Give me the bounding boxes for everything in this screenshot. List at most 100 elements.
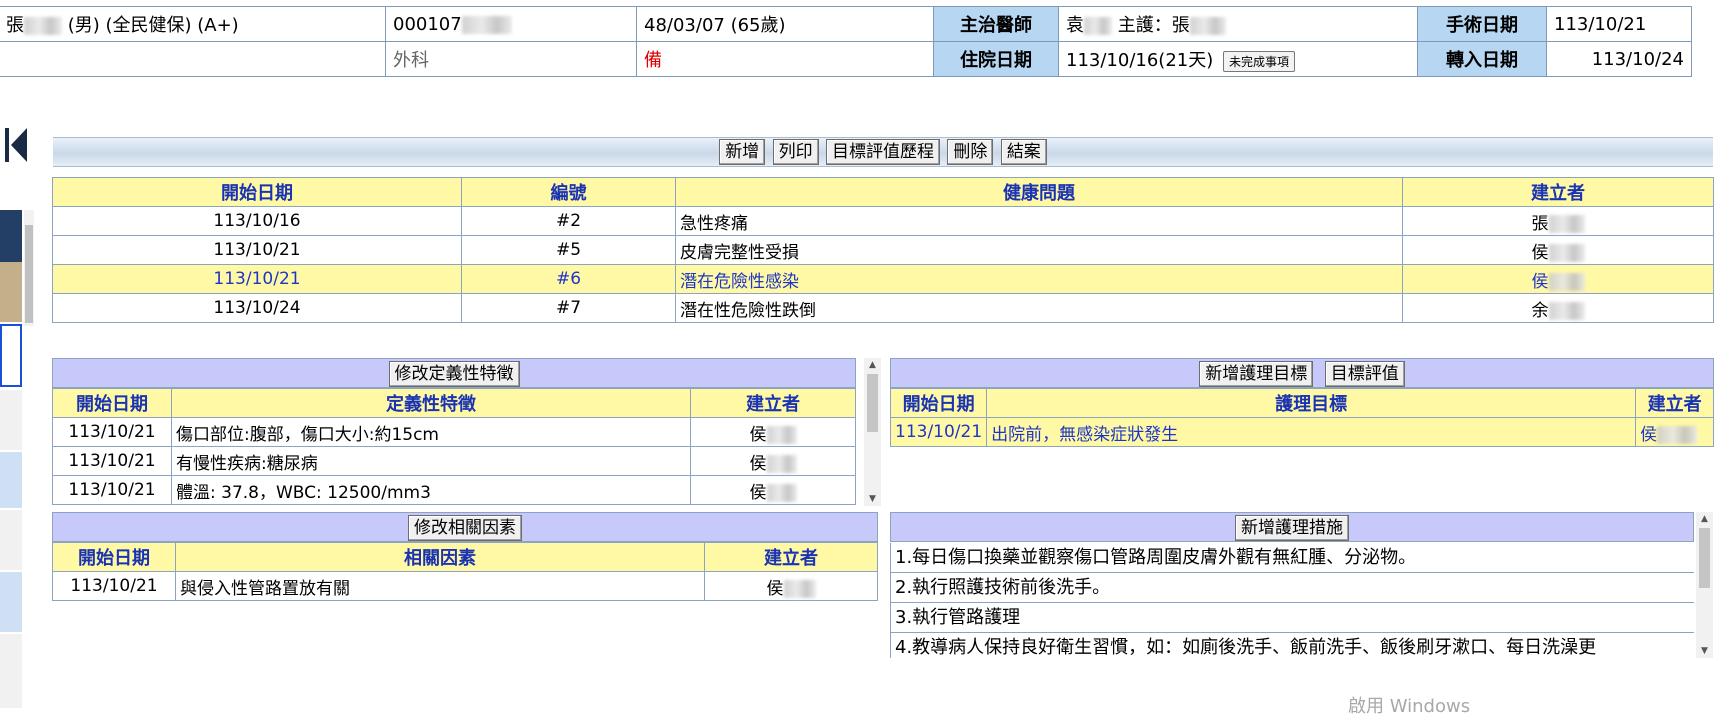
empty-cell: [0, 41, 386, 77]
measures-list: 1.每日傷口換藥並觀察傷口管路周圍皮膚外觀有無紅腫、分泌物。 2.執行照護技術前…: [890, 543, 1694, 658]
defining-characteristics-panel: 修改定義性特徵 開始日期 定義性特徵 建立者 113/10/21 傷口部位:腹部…: [52, 358, 856, 506]
list-item[interactable]: 2.執行照護技術前後洗手。: [890, 573, 1694, 603]
row-creator: 侯: [1635, 417, 1714, 447]
row-factor: 與侵入性管路置放有關: [175, 571, 705, 601]
birth-age: 48/03/07 (65歲): [636, 6, 934, 42]
row-date: 113/10/21: [889, 417, 988, 447]
surgery-date: 113/10/21: [1546, 6, 1692, 42]
scroll-down-icon[interactable]: ▼: [864, 492, 881, 506]
row-creator: 余: [1402, 293, 1714, 323]
scroll-down-icon[interactable]: ▼: [1696, 644, 1713, 658]
table-row-selected[interactable]: 113/10/21 出院前，無感染症狀發生 侯: [889, 417, 1714, 447]
row-creator: 侯: [704, 571, 878, 601]
col-health-problem: 健康問題: [675, 177, 1403, 207]
list-item[interactable]: 4.教導病人保持良好衛生習慣，如：如廁後洗手、飯前洗手、飯後刷牙漱口、每日洗澡更: [890, 633, 1694, 658]
table-row[interactable]: 113/10/21 與侵入性管路置放有關 侯: [52, 571, 878, 601]
left-scrollbar-thumb[interactable]: [25, 225, 33, 323]
redacted-chart-no: [461, 15, 512, 34]
col-start-date: 開始日期: [889, 388, 988, 418]
left-tab-2[interactable]: [0, 262, 22, 322]
row-date: 113/10/21: [52, 264, 462, 294]
table-row[interactable]: 113/10/21 有慢性疾病:糖尿病 侯: [52, 446, 856, 476]
redacted-name: [24, 17, 62, 35]
row-date: 113/10/21: [52, 235, 462, 265]
patient-name-cell: 張 (男) (全民健保) (A+): [0, 6, 386, 42]
admission-date: 113/10/16(21天): [1066, 50, 1214, 71]
toolbar: 新增 列印 目標評值歷程 刪除 結案: [53, 137, 1713, 167]
add-button[interactable]: 新增: [719, 139, 766, 165]
left-tab-4[interactable]: [0, 390, 22, 450]
row-problem: 潛在危險性感染: [675, 264, 1403, 294]
col-start-date: 開始日期: [52, 177, 462, 207]
table-row[interactable]: 113/10/16 #2 急性疼痛 張: [52, 206, 1714, 236]
windows-activation-watermark: 啟用 Windows: [1348, 696, 1471, 717]
delete-button[interactable]: 刪除: [947, 139, 994, 165]
left-tab-8[interactable]: [0, 634, 22, 708]
admission-cell: 113/10/16(21天) 未完成事項: [1058, 41, 1418, 77]
left-tab-7[interactable]: [0, 572, 22, 632]
print-button[interactable]: 列印: [772, 139, 819, 165]
row-problem: 皮膚完整性受損: [675, 235, 1403, 265]
collapse-panel-icon[interactable]: [3, 124, 31, 166]
row-date: 113/10/21: [52, 446, 172, 476]
nursing-goals-panel: 新增護理目標 目標評值 開始日期 護理目標 建立者 113/10/21 出院前，…: [889, 358, 1714, 454]
nurse-label: 主護：張: [1117, 15, 1190, 36]
left-tab-1[interactable]: [0, 210, 22, 262]
goal-evaluation-button[interactable]: 目標評值: [1324, 361, 1405, 387]
table-row[interactable]: 113/10/21 傷口部位:腹部，傷口大小:約15cm 侯: [52, 417, 856, 447]
edit-factors-button[interactable]: 修改相關因素: [408, 515, 522, 541]
list-item[interactable]: 1.每日傷口換藥並觀察傷口管路周圍皮膚外觀有無紅腫、分泌物。: [890, 543, 1694, 573]
scrollbar-thumb[interactable]: [1699, 528, 1710, 588]
add-measure-button[interactable]: 新增護理措施: [1235, 515, 1349, 541]
row-characteristic: 有慢性疾病:糖尿病: [171, 446, 691, 476]
row-creator: 侯: [690, 446, 856, 476]
scroll-up-icon[interactable]: ▲: [1696, 512, 1713, 526]
pending-items-button[interactable]: 未完成事項: [1222, 50, 1295, 72]
table-row[interactable]: 113/10/24 #7 潛在性危險性跌倒 余: [52, 293, 1714, 323]
close-case-button[interactable]: 結案: [1000, 139, 1047, 165]
table-row[interactable]: 113/10/21 #5 皮膚完整性受損 侯: [52, 235, 1714, 265]
col-start-date: 開始日期: [52, 388, 172, 418]
row-goal: 出院前，無感染症狀發生: [986, 417, 1637, 447]
admission-label: 住院日期: [933, 41, 1059, 77]
department: 外科: [385, 41, 637, 77]
row-date: 113/10/21: [52, 417, 172, 447]
col-goal: 護理目標: [986, 388, 1637, 418]
scroll-up-icon[interactable]: ▲: [864, 358, 881, 372]
scrollbar-thumb[interactable]: [867, 374, 878, 432]
measures-scrollbar[interactable]: ▲ ▼: [1696, 512, 1713, 658]
related-factors-panel: 修改相關因素 開始日期 相關因素 建立者 113/10/21 與侵入性管路置放有…: [52, 512, 878, 608]
characteristics-scrollbar[interactable]: ▲ ▼: [864, 358, 881, 506]
left-tab-3[interactable]: [0, 324, 22, 387]
col-creator: 建立者: [1402, 177, 1714, 207]
redacted-attending: [1084, 17, 1112, 35]
col-creator: 建立者: [1635, 388, 1714, 418]
row-number: #5: [461, 235, 676, 265]
characteristics-panel-head: 修改定義性特徵: [52, 358, 856, 388]
row-creator: 侯: [690, 417, 856, 447]
nursing-measures-panel: 新增護理措施 1.每日傷口換藥並觀察傷口管路周圍皮膚外觀有無紅腫、分泌物。 2.…: [890, 512, 1694, 658]
col-start-date: 開始日期: [52, 542, 176, 572]
row-date: 113/10/16: [52, 206, 462, 236]
left-tab-6[interactable]: [0, 510, 22, 570]
redacted-nurse: [1189, 17, 1226, 35]
goals-table: 開始日期 護理目標 建立者 113/10/21 出院前，無感染症狀發生 侯: [889, 388, 1714, 447]
row-characteristic: 傷口部位:腹部，傷口大小:約15cm: [171, 417, 691, 447]
edit-characteristics-button[interactable]: 修改定義性特徵: [388, 361, 520, 387]
health-problems-table: 開始日期 編號 健康問題 建立者 113/10/16 #2 急性疼痛 張 113…: [52, 177, 1714, 323]
add-goal-button[interactable]: 新增護理目標: [1199, 361, 1314, 387]
row-number: #6: [461, 264, 676, 294]
surgery-date-label: 手術日期: [1417, 6, 1547, 42]
chart-no-cell: 000107: [385, 6, 637, 42]
col-creator: 建立者: [690, 388, 856, 418]
list-item[interactable]: 3.執行管路護理: [890, 603, 1694, 633]
row-problem: 潛在性危險性跌倒: [675, 293, 1403, 323]
patient-name: 張: [6, 15, 24, 36]
goal-history-button[interactable]: 目標評值歷程: [826, 139, 940, 165]
left-tab-5[interactable]: [0, 452, 22, 508]
table-row[interactable]: 113/10/21 體溫: 37.8，WBC: 12500/mm3 侯: [52, 475, 856, 505]
row-number: #7: [461, 293, 676, 323]
table-row-selected[interactable]: 113/10/21 #6 潛在危險性感染 侯: [52, 264, 1714, 294]
row-characteristic: 體溫: 37.8，WBC: 12500/mm3: [171, 475, 691, 505]
row-creator: 侯: [1402, 235, 1714, 265]
